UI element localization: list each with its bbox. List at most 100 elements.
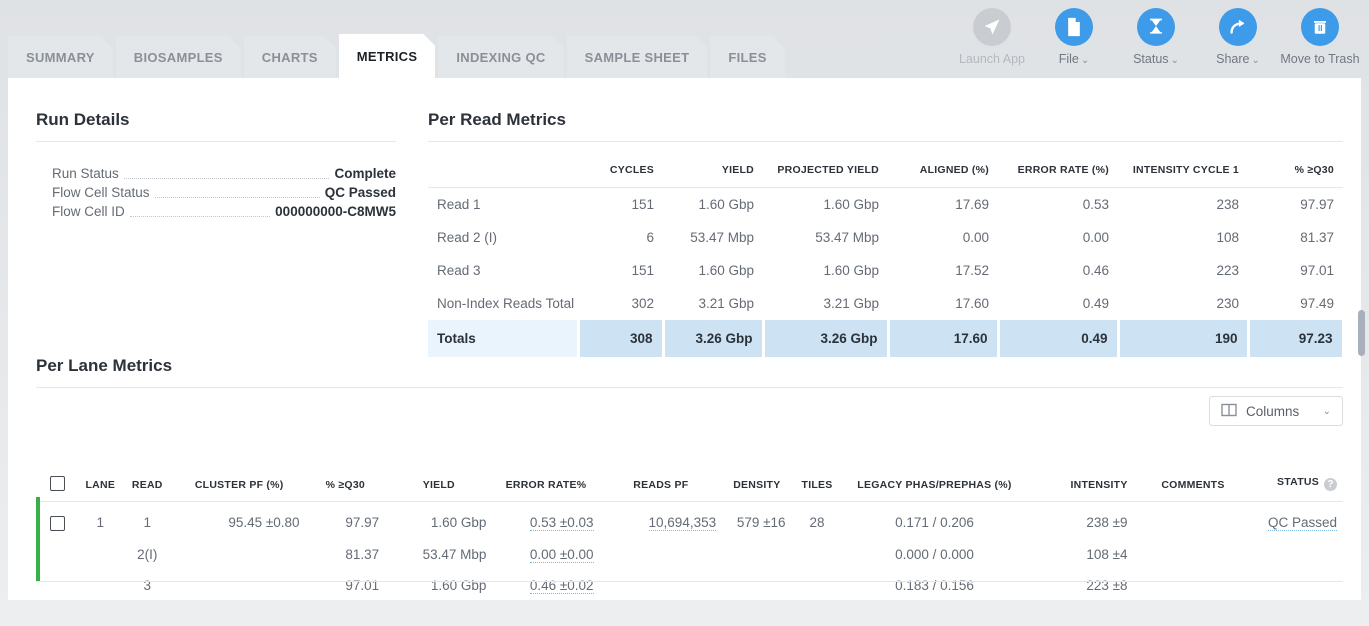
chevron-down-icon: ⌄ bbox=[1080, 55, 1090, 66]
error-rate-tooltip-value[interactable]: 0.00 ±0.00 bbox=[529, 546, 594, 563]
totals-error-rate: 0.49 bbox=[996, 320, 1120, 357]
cell-lane bbox=[79, 570, 122, 600]
dot-leader bbox=[129, 207, 271, 217]
cell-projected-yield: 53.47 Mbp bbox=[815, 230, 879, 245]
cell-projected-yield: 1.60 Gbp bbox=[823, 263, 879, 278]
tab-biosamples[interactable]: BIOSAMPLES bbox=[116, 36, 241, 78]
cell-q30: 97.97 bbox=[1300, 197, 1334, 212]
file-menu-button[interactable]: File ⌄ bbox=[1033, 4, 1115, 66]
totals-q30: 97.23 bbox=[1246, 320, 1345, 357]
vertical-scrollbar[interactable] bbox=[1357, 78, 1367, 600]
cell-error-rate: 0.53 ±0.03 bbox=[492, 502, 599, 539]
col-header-yield: YIELD bbox=[663, 152, 763, 188]
trash-icon bbox=[1301, 8, 1339, 46]
cell-cluster-pf bbox=[173, 570, 306, 600]
col-header-reads-pf: READS PF bbox=[599, 470, 723, 502]
share-arrow-icon bbox=[1219, 8, 1257, 46]
tab-indexing-qc[interactable]: INDEXING QC bbox=[438, 36, 563, 78]
run-status-value: Complete bbox=[334, 166, 396, 181]
cell-phas-prephas: 0.183 / 0.156 bbox=[895, 577, 974, 593]
table-header-row: CYCLES YIELD PROJECTED YIELD ALIGNED (%)… bbox=[428, 152, 1343, 188]
reads-pf-tooltip-value[interactable]: 10,694,353 bbox=[648, 515, 717, 532]
columns-button[interactable]: Columns ⌄ bbox=[1209, 396, 1343, 426]
launch-app-button[interactable]: Launch App bbox=[951, 4, 1033, 66]
cell-intensity: 223 ±8 bbox=[1086, 577, 1128, 593]
chevron-down-icon: ⌄ bbox=[1170, 55, 1179, 66]
cell-comments[interactable] bbox=[1134, 539, 1231, 570]
cell-projected-yield: 3.21 Gbp bbox=[823, 296, 879, 311]
chevron-down-icon: ⌄ bbox=[1322, 405, 1331, 417]
run-details-row: Flow Cell ID 000000000-C8MW5 bbox=[36, 202, 396, 221]
scrollbar-thumb[interactable] bbox=[1358, 310, 1365, 356]
cell-status bbox=[1231, 570, 1343, 600]
table-row: Non-Index Reads Total 302 3.21 Gbp 3.21 … bbox=[428, 287, 1343, 320]
cell-comments[interactable] bbox=[1134, 502, 1231, 539]
cell-q30: 81.37 bbox=[1300, 230, 1334, 245]
run-details-title: Run Details bbox=[36, 110, 130, 129]
cell-q30: 97.01 bbox=[1300, 263, 1334, 278]
table-row[interactable]: 2(I) 81.37 53.47 Mbp 0.00 ±0.00 0.000 / … bbox=[36, 539, 1343, 570]
cell-intensity-cycle-1: 223 bbox=[1216, 263, 1239, 278]
launch-app-label: Launch App bbox=[958, 52, 1026, 66]
divider bbox=[36, 387, 1343, 388]
cell-q30: 97.49 bbox=[1300, 296, 1334, 311]
cell-density bbox=[722, 570, 791, 600]
error-rate-tooltip-value[interactable]: 0.53 ±0.03 bbox=[529, 515, 594, 532]
flow-cell-id-label: Flow Cell ID bbox=[52, 204, 125, 219]
select-all-checkbox[interactable] bbox=[49, 476, 65, 491]
cell-q30: 97.01 bbox=[345, 577, 380, 593]
cell-projected-yield: 1.60 Gbp bbox=[823, 197, 879, 212]
per-lane-metrics-section: Per Lane Metrics Columns ⌄ LANE READ CLU… bbox=[36, 356, 1343, 600]
cell-comments[interactable] bbox=[1134, 570, 1231, 600]
cell-error-rate: 0.46 ±0.02 bbox=[492, 570, 599, 600]
app-window: Launch App File ⌄ Status ⌄ Share ⌄ Move … bbox=[0, 0, 1369, 626]
cell-yield: 1.60 Gbp bbox=[698, 263, 754, 278]
col-header-cycles: CYCLES bbox=[578, 152, 663, 188]
tab-files[interactable]: FILES bbox=[710, 36, 784, 78]
row-checkbox[interactable] bbox=[49, 515, 65, 531]
col-header-aligned: ALIGNED (%) bbox=[888, 152, 998, 188]
table-header-row: LANE READ CLUSTER PF (%) % ≥Q30 YIELD ER… bbox=[36, 470, 1343, 502]
cell-cycles: 302 bbox=[631, 296, 654, 311]
chevron-down-icon: ⌄ bbox=[1251, 55, 1260, 66]
move-to-trash-button[interactable]: Move to Trash bbox=[1279, 4, 1361, 66]
run-status-label: Run Status bbox=[52, 166, 119, 181]
table-row[interactable]: 3 97.01 1.60 Gbp 0.46 ±0.02 0.183 / 0.15… bbox=[36, 570, 1343, 600]
totals-row: Totals 308 3.26 Gbp 3.26 Gbp 17.60 0.49 … bbox=[428, 320, 1345, 357]
cell-cycles: 6 bbox=[646, 230, 654, 245]
col-header-intensity: INTENSITY bbox=[1026, 470, 1134, 502]
per-lane-table-wrap: LANE READ CLUSTER PF (%) % ≥Q30 YIELD ER… bbox=[36, 470, 1343, 600]
cell-aligned: 0.00 bbox=[962, 230, 989, 245]
share-menu-button[interactable]: Share ⌄ bbox=[1197, 4, 1279, 66]
cell-read: 2(I) bbox=[137, 546, 158, 562]
col-header-status: STATUS? bbox=[1230, 470, 1343, 502]
cell-intensity-cycle-1: 230 bbox=[1216, 296, 1239, 311]
cell-intensity-cycle-1: 238 bbox=[1216, 197, 1239, 212]
read-label: Non-Index Reads Total bbox=[437, 296, 575, 311]
cell-tiles bbox=[792, 539, 843, 570]
file-menu-label: File ⌄ bbox=[1058, 52, 1090, 66]
status-menu-label: Status ⌄ bbox=[1133, 52, 1179, 66]
col-header-blank bbox=[428, 152, 578, 188]
cell-aligned: 17.69 bbox=[955, 197, 989, 212]
read-label: Read 1 bbox=[437, 197, 481, 212]
tab-metrics[interactable]: METRICS bbox=[339, 34, 436, 78]
table-row[interactable]: 1 1 95.45 ±0.80 97.97 1.60 Gbp 0.53 ±0.0… bbox=[36, 502, 1343, 539]
cell-status: QC Passed bbox=[1231, 502, 1343, 539]
totals-label: Totals bbox=[428, 320, 580, 357]
divider bbox=[428, 141, 1343, 142]
flow-cell-id-value: 000000000-C8MW5 bbox=[275, 204, 396, 219]
help-icon[interactable]: ? bbox=[1324, 478, 1337, 491]
cell-yield: 1.60 Gbp bbox=[698, 197, 754, 212]
run-details-section: Run Details Run Status Complete Flow Cel… bbox=[36, 110, 396, 221]
tab-charts[interactable]: CHARTS bbox=[244, 36, 336, 78]
cell-read: 1 bbox=[143, 515, 152, 531]
cell-error-rate: 0.49 bbox=[1082, 296, 1109, 311]
cell-intensity: 108 ±4 bbox=[1086, 546, 1128, 562]
cell-q30: 81.37 bbox=[345, 546, 380, 562]
status-menu-button[interactable]: Status ⌄ bbox=[1115, 4, 1197, 66]
cell-error-rate: 0.46 bbox=[1082, 263, 1109, 278]
tab-summary[interactable]: SUMMARY bbox=[8, 36, 113, 78]
status-badge[interactable]: QC Passed bbox=[1267, 515, 1337, 532]
tab-sample-sheet[interactable]: SAMPLE SHEET bbox=[567, 36, 708, 78]
